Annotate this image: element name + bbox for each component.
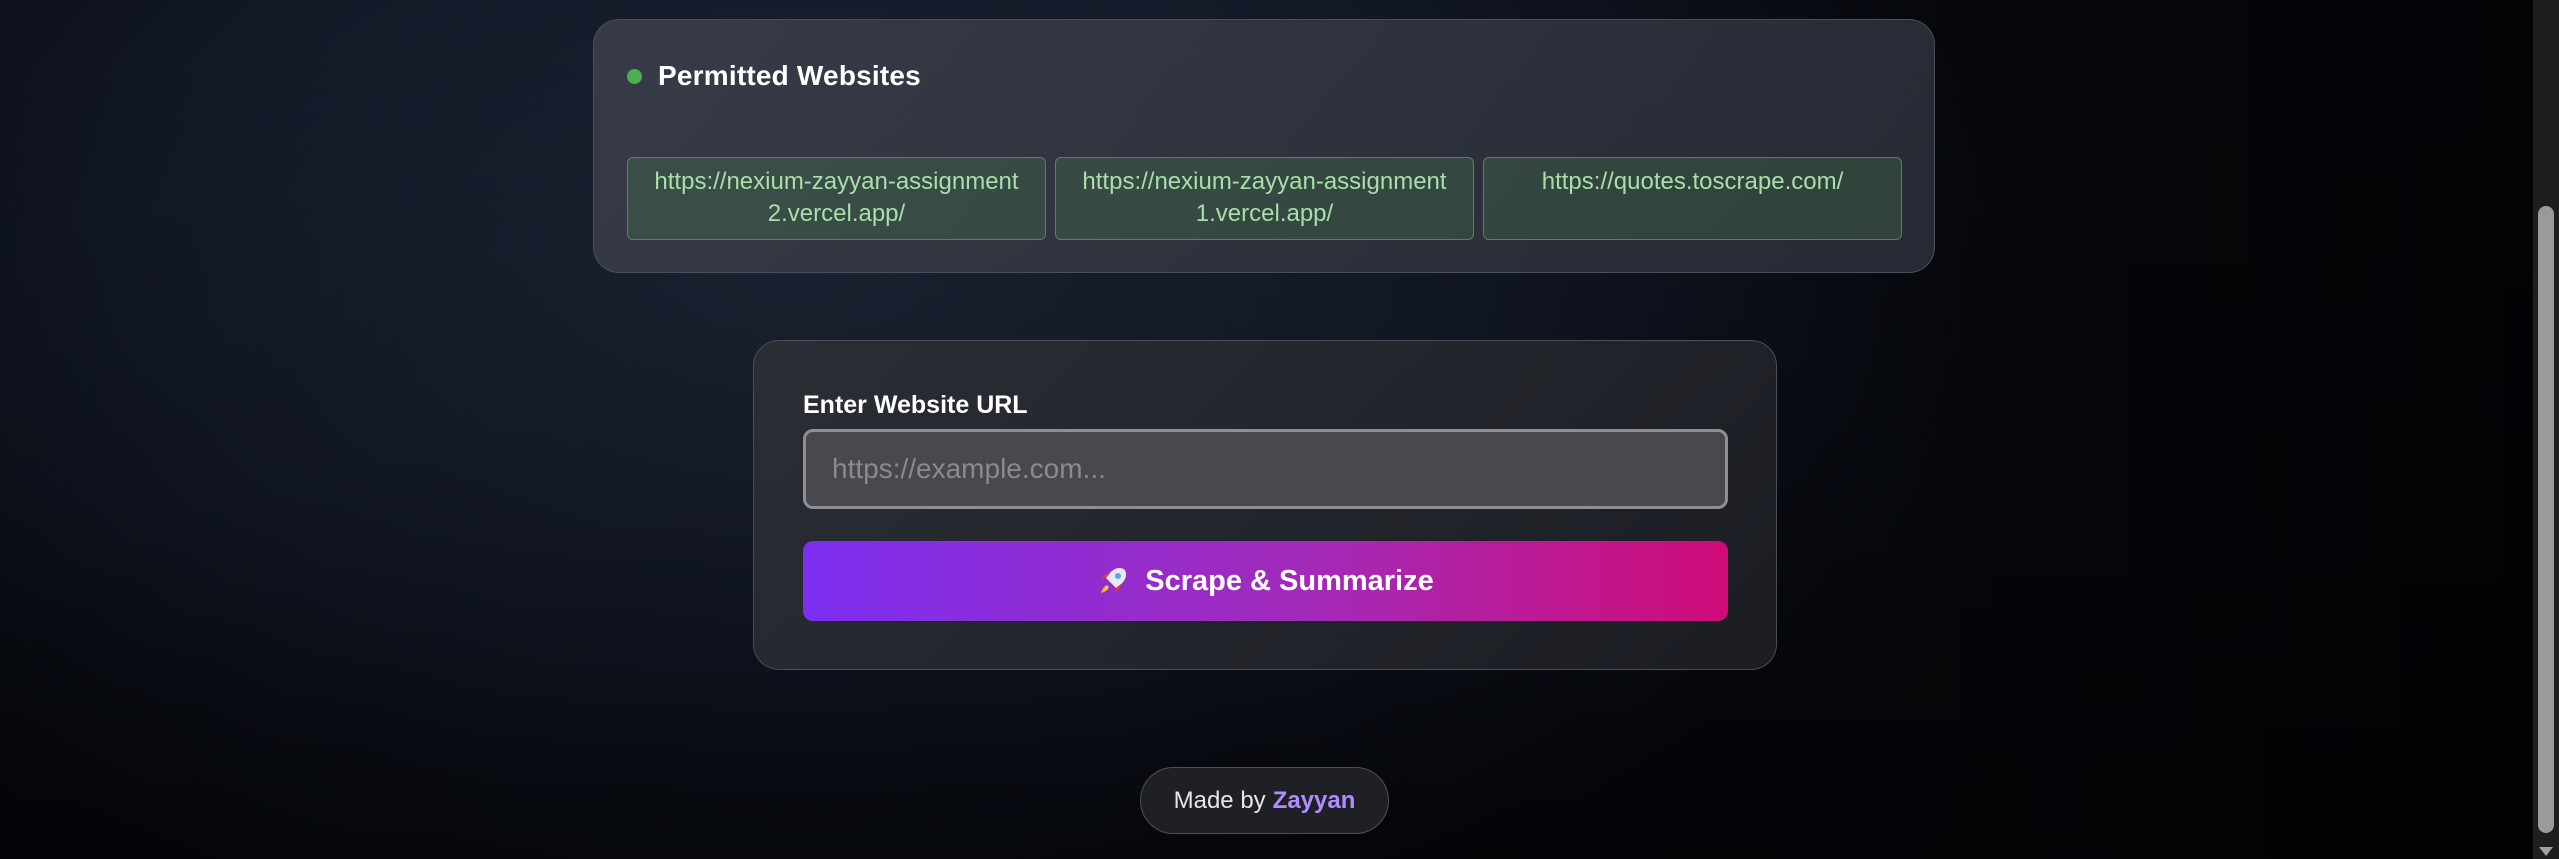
permitted-site-chip[interactable]: https://quotes.toscrape.com/	[1483, 157, 1902, 240]
permitted-websites-header: Permitted Websites	[627, 60, 921, 92]
rocket-icon	[1097, 565, 1129, 597]
scrollbar-thumb[interactable]	[2538, 206, 2554, 833]
scrape-summarize-button[interactable]: Scrape & Summarize	[803, 541, 1728, 621]
vertical-scrollbar[interactable]	[2533, 0, 2559, 859]
scroll-down-arrow-icon[interactable]	[2539, 847, 2553, 856]
scrape-button-label: Scrape & Summarize	[1145, 564, 1434, 597]
url-input[interactable]	[803, 429, 1728, 509]
scrape-form-card: Enter Website URL Scrape & Summarize	[753, 340, 1777, 670]
permitted-site-chip[interactable]: https://nexium-zayyan-assignment2.vercel…	[627, 157, 1046, 240]
footer-credit: Made by Zayyan	[1140, 767, 1389, 834]
background-shade	[1833, 0, 2533, 859]
permitted-websites-title: Permitted Websites	[658, 60, 921, 91]
permitted-websites-card: Permitted Websites https://nexium-zayyan…	[593, 19, 1935, 273]
author-link[interactable]: Zayyan	[1273, 787, 1356, 815]
url-field-label: Enter Website URL	[803, 391, 1028, 419]
footer-prefix: Made by	[1173, 786, 1266, 814]
status-dot-icon	[627, 68, 642, 84]
permitted-site-chip[interactable]: https://nexium-zayyan-assignment1.vercel…	[1055, 157, 1474, 240]
